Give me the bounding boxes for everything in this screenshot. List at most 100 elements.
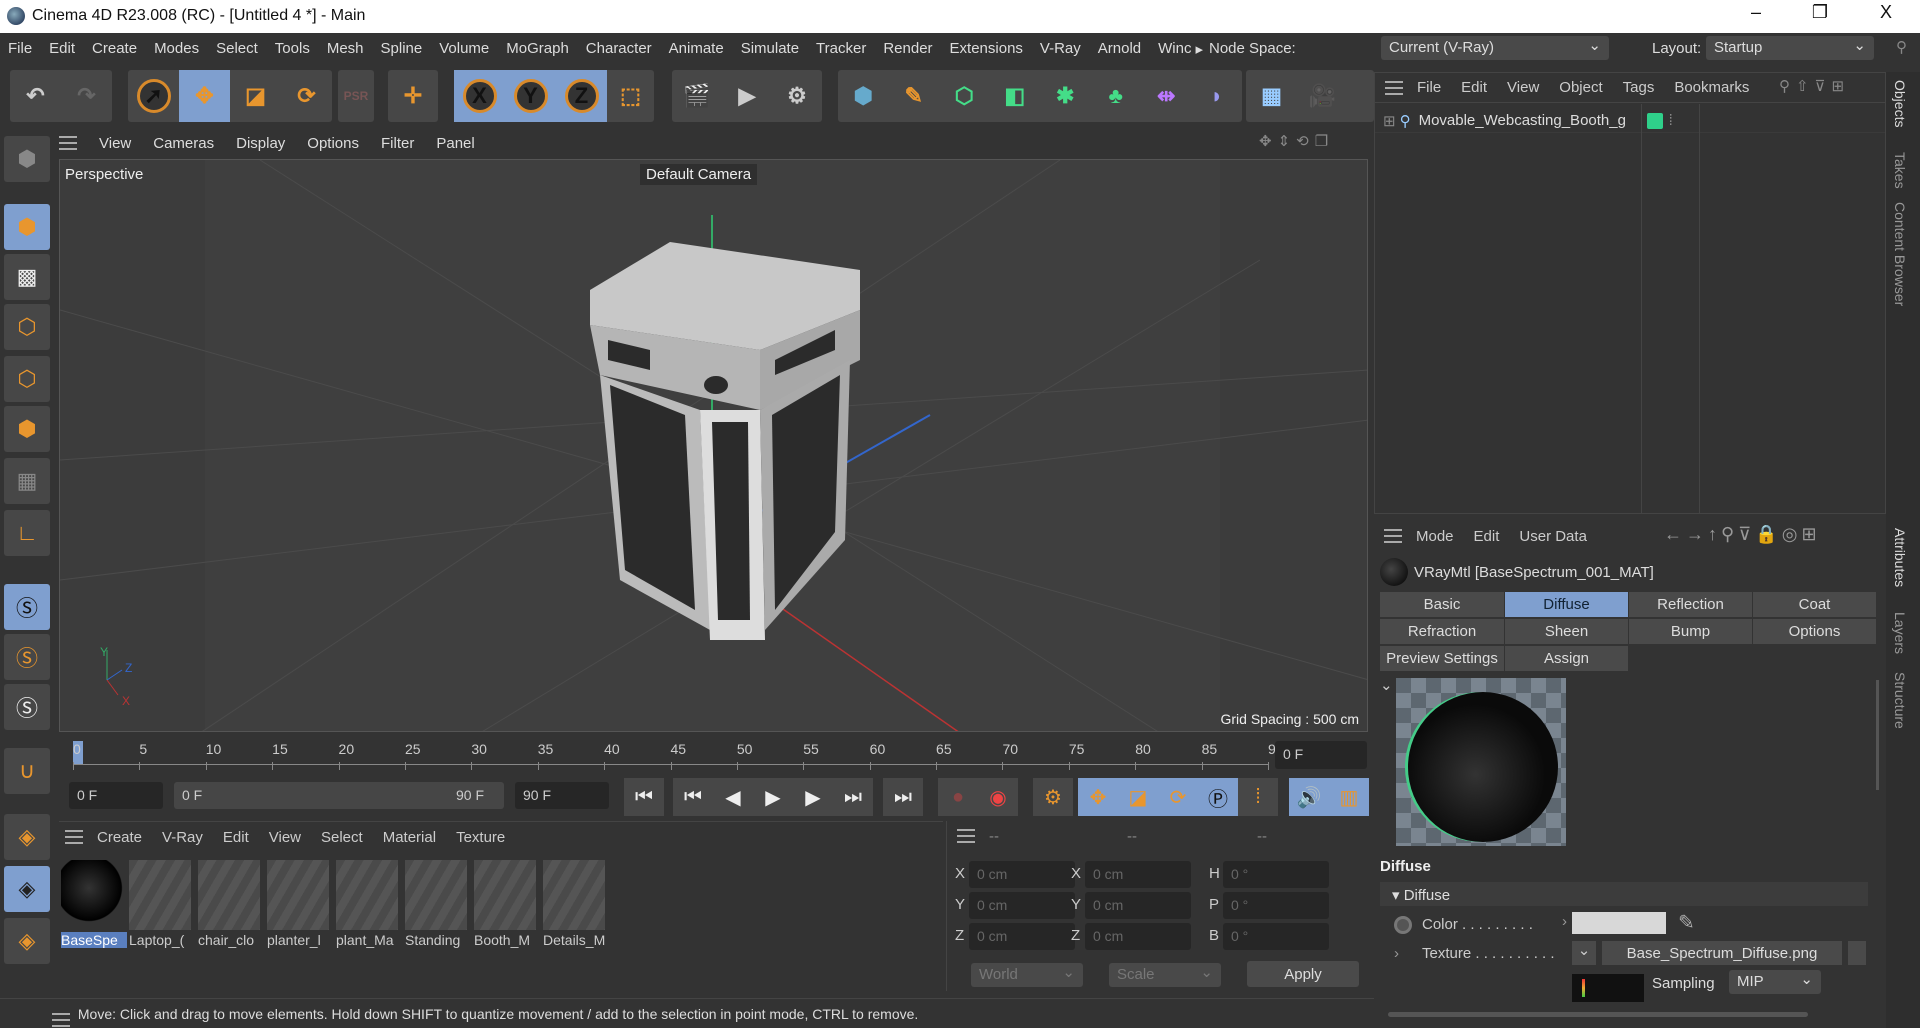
key-parameter-icon[interactable]: Ⓟ [1198,778,1238,816]
mat-menu-texture[interactable]: Texture [456,829,505,846]
key-rotation-icon[interactable]: ⟳ [1158,778,1198,816]
menu-render[interactable]: Render [883,40,932,57]
menu-tools[interactable]: Tools [275,40,310,57]
attributes-menu-icon[interactable] [1384,529,1402,543]
cloner-icon[interactable]: ✱ [1040,70,1091,122]
menu-simulate[interactable]: Simulate [741,40,799,57]
texture-mode-icon[interactable]: ▩ [4,254,50,300]
tab-refraction[interactable]: Refraction [1380,619,1504,644]
expand-icon[interactable]: ⊞ [1383,112,1396,130]
menu-arnold[interactable]: Arnold [1098,40,1141,57]
cube-icon[interactable]: ⬢ [838,70,889,122]
texture-expand-icon[interactable]: › [1394,945,1399,962]
tab-coat[interactable]: Coat [1753,592,1876,617]
autokey-icon[interactable]: ◉ [978,778,1018,816]
horizontal-scrollbar[interactable] [1388,1012,1808,1017]
model-mode-icon[interactable]: ⬢ [4,204,50,250]
x-axis-lock-button[interactable]: X [454,70,505,122]
viewport-menu-icon[interactable] [59,136,77,150]
texture-file-button[interactable]: Base_Spectrum_Diffuse.png [1602,941,1842,965]
tab-preview-settings[interactable]: Preview Settings [1380,646,1504,671]
color-swatch[interactable] [1572,912,1666,934]
field-icon[interactable]: ◗ [1192,70,1243,122]
viewport-menu-display[interactable]: Display [236,135,285,152]
mat-menu-select[interactable]: Select [321,829,363,846]
obj-menu-edit[interactable]: Edit [1461,79,1487,96]
workplane-icon[interactable]: ◈ [4,814,50,860]
menu-animate[interactable]: Animate [669,40,724,57]
attributes-scrollbar[interactable] [1876,680,1879,790]
color-expand-icon[interactable]: › [1562,913,1567,930]
tab-bump[interactable]: Bump [1629,619,1752,644]
keyframe-selection-icon[interactable]: ⚙ [1033,778,1073,816]
material-thumb[interactable] [405,860,467,930]
size-mode-dropdown[interactable]: Scale [1109,963,1221,987]
material-label[interactable]: Details_M [543,932,609,948]
camera-label[interactable]: Default Camera [640,164,758,185]
node-space-dropdown[interactable]: Current (V-Ray) [1381,36,1609,60]
status-menu-icon[interactable] [52,1013,70,1027]
menu-vray[interactable]: V-Ray [1040,40,1081,57]
coord-value-field[interactable]: 0 cm [969,861,1075,888]
frame-range-slider[interactable]: 0 F 90 F [174,782,504,809]
attributes-nav-icons[interactable]: ←→↑⚲⊽🔒◎⊞ [1664,524,1821,545]
minimize-button[interactable]: – [1736,2,1776,30]
key-position-icon[interactable]: ✥ [1078,778,1118,816]
coord-value-field[interactable]: 0 cm [969,892,1075,919]
menu-mesh[interactable]: Mesh [327,40,364,57]
attr-menu-edit[interactable]: Edit [1474,528,1500,545]
menu-modes[interactable]: Modes [154,40,199,57]
menu-more-arrow-icon[interactable]: ▸ [1195,40,1203,58]
material-thumb[interactable] [198,860,260,930]
material-menu-icon[interactable] [65,830,83,844]
layout-dropdown[interactable]: Startup [1706,36,1874,60]
material-label[interactable]: planter_l [267,932,333,948]
maximize-button[interactable]: ❐ [1800,2,1840,30]
solo-icon[interactable]: Ⓢ [4,584,50,630]
side-tab-content-browser[interactable]: Content Browser [1892,202,1908,306]
coordinate-system-button[interactable]: ⬚ [607,70,654,122]
sampling-dropdown[interactable]: MIP [1729,970,1821,994]
solo-hierarchy-icon[interactable]: Ⓢ [4,634,50,680]
timeline[interactable]: 051015202530354045505560657075808590 0 F [59,736,1368,776]
edges-mode-icon[interactable]: ⬡ [4,356,50,402]
tab-reflection[interactable]: Reflection [1629,592,1752,617]
eyedropper-icon[interactable]: ✎ [1678,910,1695,935]
current-frame-field[interactable]: 0 F [1275,741,1367,769]
material-thumb[interactable] [267,860,329,930]
attr-menu-mode[interactable]: Mode [1416,528,1454,545]
texture-menu-button[interactable]: ⌄ [1572,941,1596,965]
lock-workplane-icon[interactable]: ◈ [4,866,50,912]
tab-sheen[interactable]: Sheen [1505,619,1628,644]
coord-value-field[interactable]: 0 cm [1085,892,1191,919]
material-thumb[interactable] [336,860,398,930]
timeline-film-icon[interactable]: ▥ [1329,778,1369,816]
objects-toolbar-icons[interactable]: ⚲⇧⊽⊞ [1779,77,1850,95]
coord-value-field[interactable]: 0 ° [1223,923,1329,950]
menu-create[interactable]: Create [92,40,137,57]
menu-select[interactable]: Select [216,40,258,57]
go-to-end-icon[interactable]: ⏭ [883,778,923,816]
objects-menu-icon[interactable] [1385,80,1403,95]
redo-button[interactable]: ↷ [61,70,112,122]
uv-mode-icon[interactable]: ▦ [4,458,50,504]
camera-icon[interactable]: 🎥 [1297,70,1348,122]
menu-edit[interactable]: Edit [49,40,75,57]
coords-menu-icon[interactable] [957,829,975,843]
pen-icon[interactable]: ✎ [889,70,940,122]
mat-menu-material[interactable]: Material [383,829,436,846]
undo-button[interactable]: ↶ [10,70,61,122]
mat-menu-create[interactable]: Create [97,829,142,846]
previous-frame-icon[interactable]: ◀ [713,778,753,816]
menu-window[interactable]: Winc [1158,40,1191,57]
coord-value-field[interactable]: 0 ° [1223,861,1329,888]
material-label[interactable]: Laptop_( [129,932,195,948]
next-keyframe-icon[interactable]: ⏭ [833,778,873,816]
obj-menu-bookmarks[interactable]: Bookmarks [1674,79,1749,96]
attr-menu-user-data[interactable]: User Data [1519,528,1587,545]
start-frame-field[interactable]: 0 F [69,782,163,809]
make-editable-icon[interactable]: ⬢ [4,136,50,182]
solo-off-icon[interactable]: Ⓢ [4,684,50,730]
viewport-menu-options[interactable]: Options [307,135,359,152]
material-thumb[interactable] [129,860,191,930]
